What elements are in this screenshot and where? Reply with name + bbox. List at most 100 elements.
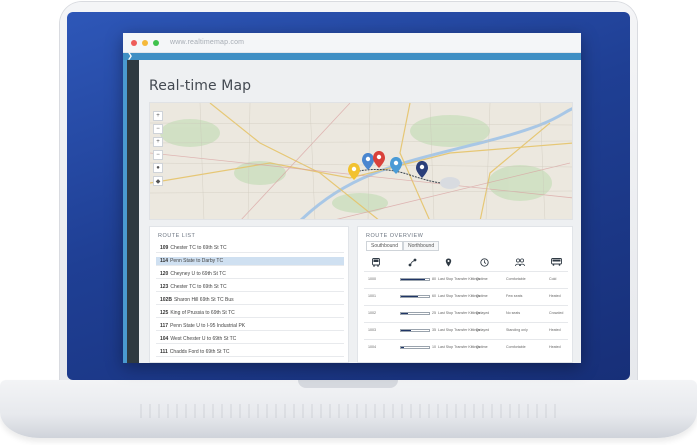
occupancy-bar (400, 278, 430, 281)
occupancy-bar-fill (401, 296, 418, 297)
capacity: Comfortable (506, 277, 526, 281)
location-icon (442, 257, 454, 267)
status: Delayed (476, 311, 490, 315)
overview-row[interactable]: 1001 Last Stop Transfer Kittings Ontime Few… (364, 288, 568, 303)
occupancy-count: 35 (432, 328, 436, 332)
status: Ontime (476, 345, 488, 349)
route-overview-title: ROUTE OVERVIEW (366, 233, 424, 239)
close-window-button[interactable] (131, 39, 137, 46)
route-name: Penn State U to I-95 Industrial PK (170, 323, 246, 329)
route-number: 104 (160, 336, 169, 342)
vehicle-id: 1004 (368, 345, 376, 349)
route-number: 117 (160, 323, 169, 329)
overview-row[interactable]: 1000 Last Stop Transfer Kittings Ontime Com… (364, 271, 568, 286)
tab-northbound[interactable]: Northbound (402, 241, 440, 251)
sidebar-accent-strip (123, 60, 127, 363)
overview-row[interactable]: 1002 Last Stop Transfer Kittings Delayed No… (364, 305, 568, 320)
next-stop: Last Stop Transfer Kittings (438, 328, 481, 332)
page-title: Real-time Map (149, 78, 252, 94)
riders-icon (514, 257, 526, 267)
climate: Cold (549, 277, 557, 281)
map-marker-light-blue[interactable] (390, 157, 402, 174)
status: Ontime (476, 277, 488, 281)
route-list-item[interactable]: 109 Chester TC to 69th St TC (156, 244, 344, 253)
route-list-item[interactable]: 117 Penn State U to I-95 Industrial PK (156, 322, 344, 331)
map-marker-navy[interactable] (416, 161, 428, 178)
occupancy-bar (400, 329, 430, 332)
map-marker-blue[interactable] (362, 153, 374, 170)
overview-row[interactable]: 1003 Last Stop Transfer Kittings Delayed St… (364, 322, 568, 337)
next-stop: Last Stop Transfer Kittings (438, 311, 481, 315)
climate: Crowded (549, 311, 564, 315)
route-name: West Chester U to 69th St TC (170, 336, 237, 342)
route-number: 120 (160, 271, 169, 277)
vehicle-id: 1002 (368, 311, 376, 315)
chevron-right-icon[interactable]: ❯ (123, 53, 133, 60)
climate: Heated (549, 345, 561, 349)
route-number: 102B (160, 297, 172, 303)
route-list-item[interactable]: 111 Chadds Ford to 69th St TC (156, 348, 344, 357)
route-map[interactable]: + − + − ● ◆ (149, 102, 573, 220)
address-bar[interactable]: www.realtimemap.com (170, 39, 244, 46)
capacity: No seats (506, 311, 521, 315)
occupancy-count: 60 (432, 294, 436, 298)
occupancy-bar-fill (401, 313, 408, 314)
vehicle-id: 1001 (368, 294, 376, 298)
climate: Heated (549, 328, 561, 332)
status: Ontime (476, 294, 488, 298)
route-list-panel: ROUTE LIST 109 Chester TC to 69th St TC 11… (149, 226, 349, 363)
occupancy-bar (400, 295, 430, 298)
route-number: 109 (160, 245, 169, 251)
occupancy-count: 80 (432, 277, 436, 281)
route-number: 111 (160, 349, 168, 355)
route-list-item[interactable]: 102B Sharon Hill 69th St TC Bus (156, 296, 344, 305)
bus-icon (370, 257, 382, 267)
browser-titlebar: www.realtimemap.com (123, 33, 581, 53)
route-list-item[interactable]: 125 King of Prussia to 69th St TC (156, 309, 344, 318)
route-name: Chester TC to 69th St TC (170, 245, 227, 251)
route-name: Sharon Hill 69th St TC Bus (173, 297, 234, 303)
overview-row[interactable]: 1004 Last Stop Transfer Kittings Ontime Com… (364, 339, 568, 354)
capacity: Comfortable (506, 345, 526, 349)
occupancy-bar-fill (401, 347, 404, 348)
laptop-notch (298, 380, 398, 388)
overview-column-headers (364, 257, 568, 267)
map-marker-red[interactable] (373, 151, 385, 168)
minimize-window-button[interactable] (142, 39, 148, 46)
occupancy-bar (400, 312, 430, 315)
occupancy-bar-fill (401, 279, 425, 280)
tab-southbound[interactable]: Southbound (366, 241, 403, 251)
route-name: King of Prussia to 69th St TC (170, 310, 235, 316)
capacity: Few seats (506, 294, 523, 298)
route-name: Cheyney U to 69th St TC (170, 271, 226, 277)
route-list-item[interactable]: 114 Penn State to Darby TC (156, 257, 344, 266)
route-number: 123 (160, 284, 169, 290)
map-marker-yellow[interactable] (348, 163, 360, 180)
climate: Heated (549, 294, 561, 298)
app-navbar: ❯ (123, 53, 581, 60)
route-number: 125 (160, 310, 169, 316)
route-name: Penn State to Darby TC (170, 258, 224, 264)
next-stop: Last Stop Transfer Kittings (438, 294, 481, 298)
route-list-item[interactable]: 104 West Chester U to 69th St TC (156, 335, 344, 344)
route-name: Chester TC to 69th St TC (170, 284, 227, 290)
route-list-item[interactable]: 120 Cheyney U to 69th St TC (156, 270, 344, 279)
occupancy-count: 10 (432, 345, 436, 349)
clock-icon (478, 257, 490, 267)
maximize-window-button[interactable] (153, 39, 159, 46)
vehicle-id: 1000 (368, 277, 376, 281)
status: Delayed (476, 328, 490, 332)
laptop-speaker-grille (140, 404, 560, 418)
capacity: Standing only (506, 328, 528, 332)
main-content: Real-time Map + − + − ● ◆ ROUTE LIST 109… (139, 60, 581, 363)
route-list-item[interactable]: 123 Chester TC to 69th St TC (156, 283, 344, 292)
vehicle-icon (550, 257, 562, 267)
stops-icon (406, 257, 418, 267)
occupancy-bar (400, 346, 430, 349)
occupancy-bar-fill (401, 330, 411, 331)
route-overview-panel: ROUTE OVERVIEW Southbound Northbound 100… (357, 226, 573, 363)
browser-window: www.realtimemap.com ❯ Real-time Map + − … (123, 33, 581, 363)
vehicle-id: 1003 (368, 328, 376, 332)
map-markers-layer (348, 151, 428, 180)
direction-tabs: Southbound Northbound (366, 241, 440, 251)
